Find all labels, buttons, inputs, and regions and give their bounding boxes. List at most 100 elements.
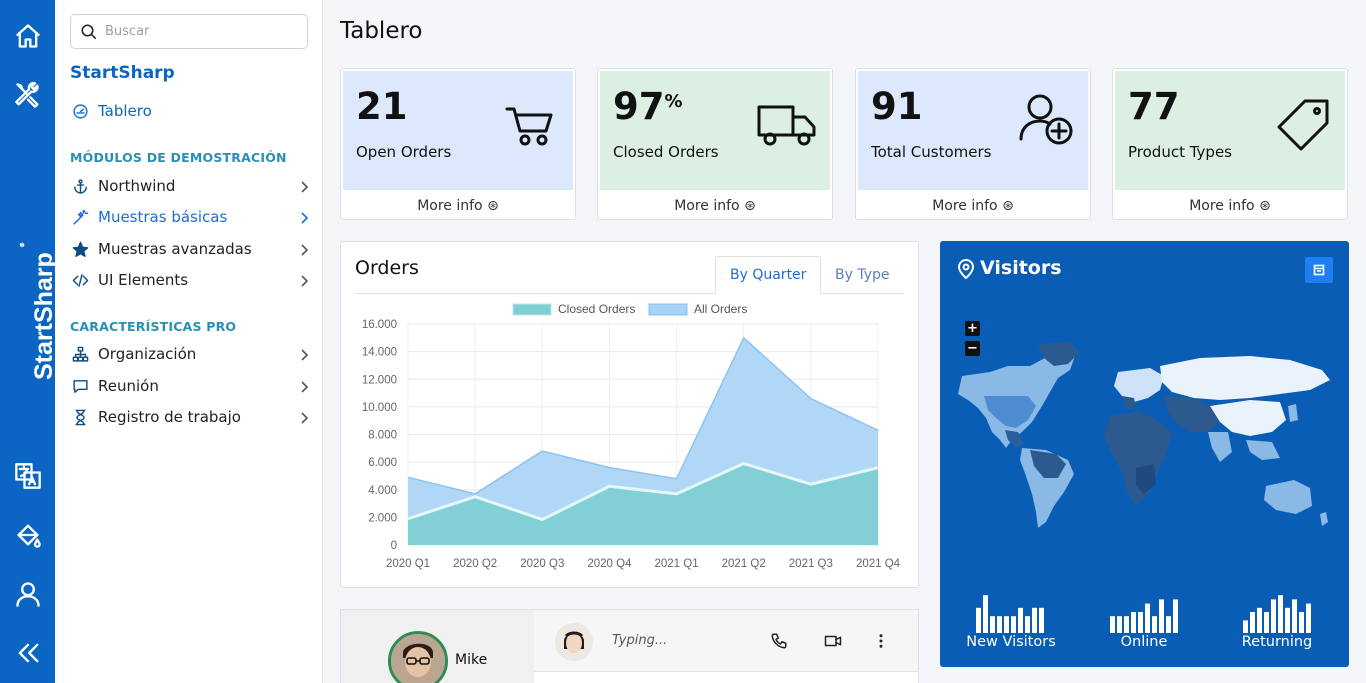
chevron-right-icon (298, 347, 310, 361)
chevron-right-icon (298, 379, 310, 393)
sparkline-bar (1159, 599, 1164, 633)
x-tick-label: 2020 Q2 (453, 558, 497, 570)
sidebar-item-meeting[interactable]: Reunión (70, 373, 310, 399)
chat-icon (70, 376, 90, 396)
sidebar-item-northwind[interactable]: Northwind (70, 173, 310, 199)
map-region-africa[interactable] (1104, 412, 1172, 506)
sparkline-bar (1004, 616, 1009, 633)
search-icon (81, 24, 97, 39)
paint-bucket-icon[interactable] (12, 519, 43, 550)
search-input[interactable] (105, 24, 305, 39)
phone-icon[interactable] (770, 632, 788, 650)
map-region-southern-europe[interactable] (1122, 396, 1136, 410)
sparkline-bar (1285, 607, 1290, 633)
sparkline-bar (1292, 599, 1297, 633)
map-region-middle-east[interactable] (1164, 396, 1220, 432)
sparkline-bar (990, 616, 995, 633)
tag-icon (1275, 97, 1331, 153)
map-region-new-zealand[interactable] (1320, 512, 1328, 526)
sidebar-item-label: Northwind (98, 177, 176, 195)
stat-card-open-orders: 21 Open Orders More info ⊛ (340, 68, 576, 220)
sparkline-bar (1110, 616, 1115, 633)
stat-label: Product Types (1128, 143, 1232, 161)
arrow-circle-right-icon: ⊛ (744, 198, 756, 214)
tools-icon[interactable] (12, 79, 43, 110)
world-map[interactable] (950, 336, 1340, 536)
stat-label: Total Customers (871, 143, 992, 161)
sparkline-label: New Visitors (966, 634, 1056, 650)
map-region-india[interactable] (1208, 432, 1232, 462)
search-box[interactable] (70, 14, 308, 49)
sidebar: StartSharp Tablero MÓDULOS DE DEMOSTRACI… (55, 0, 323, 683)
map-region-europe[interactable] (1114, 368, 1164, 402)
map-region-china[interactable] (1210, 400, 1286, 436)
sidebar-item-label: Registro de trabajo (98, 408, 241, 426)
chat-contact-panel[interactable]: Mike (341, 610, 534, 683)
y-tick-label: 4.000 (368, 485, 397, 497)
sidebar-item-label: Organización (98, 345, 197, 363)
map-region-southeast-asia[interactable] (1246, 440, 1280, 460)
sidebar-item-basic-samples[interactable]: Muestras básicas (70, 204, 310, 230)
video-icon[interactable] (824, 632, 842, 650)
x-tick-label: 2020 Q3 (520, 558, 564, 570)
sparkline-label: Returning (1241, 634, 1313, 650)
sparkline-bar (1025, 616, 1030, 633)
stat-card-body: 97% Closed Orders (600, 71, 830, 190)
typing-status: Typing... (612, 633, 668, 648)
sidebar-item-work-log[interactable]: Registro de trabajo (70, 404, 310, 430)
sparkline-bar (1299, 612, 1304, 633)
sidebar-item-ui-elements[interactable]: UI Elements (70, 267, 310, 293)
stat-label: Closed Orders (613, 143, 719, 161)
y-tick-label: 10.000 (362, 402, 397, 414)
legend-swatch (512, 303, 552, 316)
chevron-right-icon (298, 210, 310, 224)
map-region-russia[interactable] (1160, 356, 1330, 400)
translate-icon[interactable] (12, 460, 43, 491)
cart-icon (503, 97, 559, 153)
sparkline-bar (1145, 603, 1150, 633)
sidebar-item-organization[interactable]: Organización (70, 341, 310, 367)
map-region-japan[interactable] (1288, 404, 1298, 422)
tab-by-quarter[interactable]: By Quarter (715, 256, 822, 294)
sparkline-bar (1257, 607, 1262, 633)
avatar[interactable] (388, 631, 448, 683)
collapse-icon[interactable] (12, 637, 43, 668)
chevron-right-icon (298, 242, 310, 256)
stat-card-closed-orders: 97% Closed Orders More info ⊛ (597, 68, 833, 220)
more-info-link[interactable]: More info ⊛ (1113, 198, 1347, 214)
sparkline-bar (1173, 599, 1178, 633)
more-info-link[interactable]: More info ⊛ (856, 198, 1090, 214)
tab-by-type[interactable]: By Type (821, 256, 904, 294)
more-info-link[interactable]: More info ⊛ (598, 198, 832, 214)
sparkline-bar (1018, 607, 1023, 633)
icon-rail: StartSharp (0, 0, 58, 683)
orders-card: Orders By Quarter By Type 16.000 14.000 12… (340, 241, 919, 588)
section-title-demo: MÓDULOS DE DEMOSTRACIÓN (70, 150, 287, 165)
sparkline-new-visitors (976, 595, 1044, 633)
app-name: StartSharp (70, 63, 175, 83)
arrow-circle-right-icon: ⊛ (1259, 198, 1271, 214)
more-info-link[interactable]: More info ⊛ (341, 198, 575, 214)
y-tick-label: 12.000 (362, 374, 397, 386)
home-icon[interactable] (12, 20, 43, 51)
sparkline-bar (976, 607, 981, 633)
legend-label: Closed Orders (558, 302, 635, 316)
avatar[interactable] (555, 623, 593, 661)
calendar-button[interactable] (1305, 257, 1333, 283)
sidebar-item-label: Reunión (98, 377, 159, 395)
more-vertical-icon[interactable] (872, 632, 890, 650)
sparkline-bar (1138, 612, 1143, 633)
sparkline-bar (1166, 616, 1171, 633)
x-tick-label: 2020 Q1 (386, 558, 430, 570)
x-tick-label: 2020 Q4 (587, 558, 632, 570)
chat-contact-name: Mike (455, 652, 488, 668)
page-title: Tablero (340, 18, 423, 44)
user-icon[interactable] (12, 578, 43, 609)
map-zoom-in-button[interactable]: + (965, 321, 980, 336)
map-region-australia[interactable] (1264, 480, 1312, 514)
sidebar-item-dashboard[interactable]: Tablero (70, 98, 310, 124)
sidebar-item-advanced-samples[interactable]: Muestras avanzadas (70, 236, 310, 262)
chevron-right-icon (298, 179, 310, 193)
section-title-pro: CARACTERÍSTICAS PRO (70, 319, 237, 334)
sparkline-label: Online (1120, 634, 1168, 650)
